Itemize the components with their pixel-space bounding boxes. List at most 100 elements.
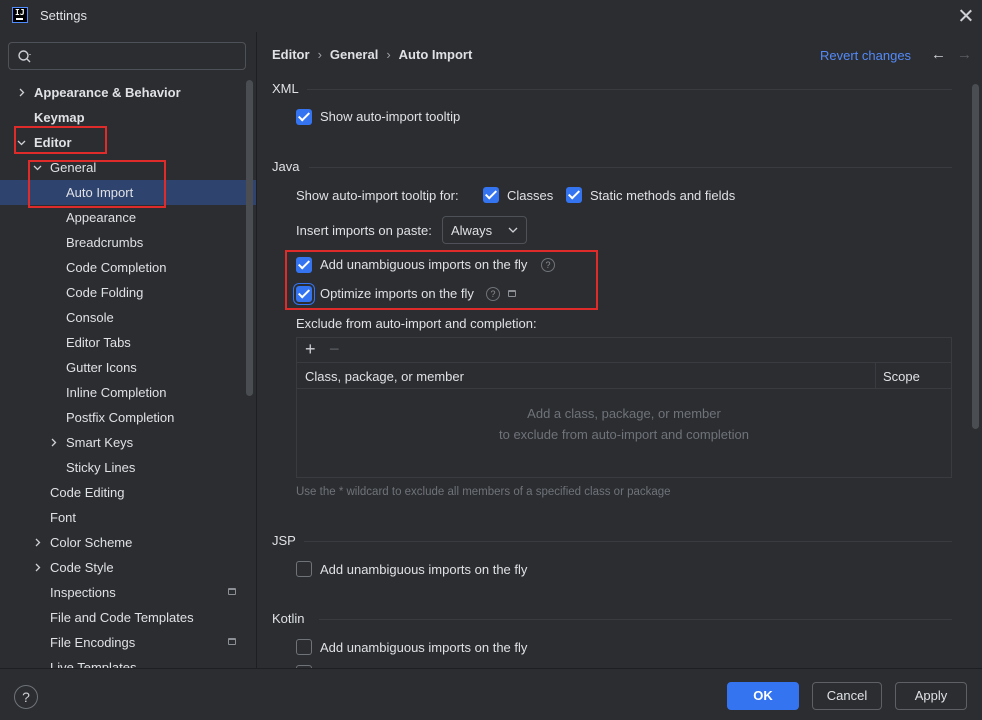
classes-checkbox[interactable] <box>483 187 499 203</box>
main-scrollbar[interactable] <box>972 84 979 429</box>
sidebar-item-font[interactable]: Font <box>0 505 256 530</box>
section-divider <box>309 167 952 168</box>
breadcrumb-item[interactable]: Editor <box>272 47 310 62</box>
column-separator[interactable] <box>875 363 876 388</box>
add-unambiguous-jsp-checkbox[interactable] <box>296 561 312 577</box>
revert-changes-link[interactable]: Revert changes <box>820 48 911 63</box>
add-unambiguous-kotlin-checkbox[interactable] <box>296 639 312 655</box>
project-scope-icon <box>508 290 516 297</box>
sidebar-item-editor[interactable]: Editor <box>0 130 256 155</box>
sidebar-item-smart-keys[interactable]: Smart Keys <box>0 430 256 455</box>
classes-label[interactable]: Classes <box>507 188 553 203</box>
plus-icon[interactable]: + <box>305 339 316 359</box>
sidebar-item-label: Sticky Lines <box>66 460 136 475</box>
add-unambiguous-jsp-label[interactable]: Add unambiguous imports on the fly <box>320 562 527 577</box>
sidebar-item-label: File and Code Templates <box>50 610 194 625</box>
section-title-java: Java <box>272 159 300 174</box>
sidebar-item-file-encodings[interactable]: File Encodings <box>0 630 256 655</box>
show-auto-import-tooltip-label[interactable]: Show auto-import tooltip <box>320 109 460 124</box>
sidebar-item-sticky-lines[interactable]: Sticky Lines <box>0 455 256 480</box>
sidebar-item-label: Inspections <box>50 585 116 600</box>
close-icon[interactable] <box>956 6 976 26</box>
chevron-down-icon[interactable] <box>17 138 26 147</box>
cancel-button[interactable]: Cancel <box>812 682 882 710</box>
show-auto-import-tooltip-checkbox[interactable] <box>296 109 312 125</box>
sidebar-item-appearance-behavior[interactable]: Appearance & Behavior <box>0 80 256 105</box>
sidebar-item-code-editing[interactable]: Code Editing <box>0 480 256 505</box>
sidebar-item-label: Font <box>50 510 77 525</box>
sidebar-scrollbar[interactable] <box>246 80 253 396</box>
sidebar-item-label: Code Folding <box>66 285 144 300</box>
sidebar-item-breadcrumbs[interactable]: Breadcrumbs <box>0 230 256 255</box>
add-unambiguous-kotlin-label[interactable]: Add unambiguous imports on the fly <box>320 640 527 655</box>
wildcard-hint: Use the * wildcard to exclude all member… <box>296 486 671 498</box>
sidebar-item-code-style[interactable]: Code Style <box>0 555 256 580</box>
section-title-xml: XML <box>272 81 299 96</box>
apply-button[interactable]: Apply <box>895 682 967 710</box>
insert-on-paste-label: Insert imports on paste: <box>296 223 432 238</box>
arrow-right-icon[interactable]: → <box>957 46 972 63</box>
breadcrumb-item: Auto Import <box>398 47 473 62</box>
sidebar-item-label: Code Completion <box>66 260 167 275</box>
chevron-right-icon[interactable] <box>33 563 42 572</box>
insert-on-paste-value: Always <box>451 223 493 238</box>
column-header-member[interactable]: Class, package, or member <box>305 369 464 384</box>
chevron-down-icon[interactable] <box>33 163 42 172</box>
chevron-right-icon[interactable] <box>49 438 58 447</box>
ide-scope-icon <box>228 588 236 595</box>
auto-import-panel: Editor › General › Auto Import Revert change… <box>257 32 982 668</box>
static-methods-label[interactable]: Static methods and fields <box>590 188 735 203</box>
help-icon[interactable]: ? <box>486 287 500 301</box>
chevron-right-icon[interactable] <box>33 538 42 547</box>
sidebar-item-label: Inline Completion <box>66 385 167 400</box>
sidebar-item-gutter-icons[interactable]: Gutter Icons <box>0 355 256 380</box>
sidebar-item-file-and-code-templates[interactable]: File and Code Templates <box>0 605 256 630</box>
sidebar-item-keymap[interactable]: Keymap <box>0 105 256 130</box>
section-title-kotlin: Kotlin <box>272 611 305 626</box>
ide-scope-icon <box>228 638 236 645</box>
exclude-table: + − Class, package, or member Scope Add … <box>296 337 952 478</box>
sidebar-item-label: Editor Tabs <box>66 335 131 350</box>
help-icon[interactable]: ? <box>14 685 38 709</box>
sidebar-item-live-templates[interactable]: Live Templates <box>0 655 256 668</box>
optimize-imports-checkbox[interactable] <box>296 286 312 302</box>
section-title-jsp: JSP <box>272 533 296 548</box>
sidebar-item-label: Code Editing <box>50 485 125 500</box>
sidebar-item-label: Appearance <box>66 210 137 225</box>
sidebar-item-code-folding[interactable]: Code Folding <box>0 280 256 305</box>
breadcrumb: Editor › General › Auto Import <box>272 47 472 62</box>
empty-line-2: to exclude from auto-import and completi… <box>498 427 749 442</box>
static-methods-checkbox[interactable] <box>566 187 582 203</box>
help-icon[interactable]: ? <box>541 258 555 272</box>
column-header-scope[interactable]: Scope <box>883 369 920 384</box>
window-title: Settings <box>40 8 87 23</box>
search-input[interactable] <box>8 42 246 70</box>
sidebar-item-console[interactable]: Console <box>0 305 256 330</box>
insert-on-paste-dropdown[interactable]: Always <box>442 216 527 244</box>
sidebar-item-label: Live Templates <box>50 660 137 668</box>
tooltip-for-label: Show auto-import tooltip for: <box>296 188 459 203</box>
sidebar-item-auto-import[interactable]: Auto Import <box>0 180 256 205</box>
sidebar-item-appearance[interactable]: Appearance <box>0 205 256 230</box>
table-empty-state: Add a class, package, or member to exclu… <box>297 403 951 445</box>
sidebar-item-code-completion[interactable]: Code Completion <box>0 255 256 280</box>
sidebar-item-label: Appearance & Behavior <box>34 85 181 100</box>
title-bar: IJ Settings <box>0 0 982 32</box>
chevron-right-icon[interactable] <box>17 88 26 97</box>
add-unambiguous-java-checkbox[interactable] <box>296 257 312 273</box>
sidebar-item-general[interactable]: General <box>0 155 256 180</box>
add-unambiguous-java-label[interactable]: Add unambiguous imports on the fly <box>320 257 527 272</box>
sidebar-item-label: Smart Keys <box>66 435 134 450</box>
sidebar-item-inspections[interactable]: Inspections <box>0 580 256 605</box>
arrow-left-icon[interactable]: ← <box>931 46 946 63</box>
ok-button[interactable]: OK <box>727 682 799 710</box>
sidebar-item-postfix-completion[interactable]: Postfix Completion <box>0 405 256 430</box>
optimize-imports-label[interactable]: Optimize imports on the fly <box>320 286 474 301</box>
sidebar-item-inline-completion[interactable]: Inline Completion <box>0 380 256 405</box>
section-divider <box>319 619 952 620</box>
breadcrumb-item[interactable]: General <box>330 47 378 62</box>
section-divider <box>304 541 952 542</box>
sidebar-item-editor-tabs[interactable]: Editor Tabs <box>0 330 256 355</box>
sidebar-item-color-scheme[interactable]: Color Scheme <box>0 530 256 555</box>
sidebar-item-label: Breadcrumbs <box>66 235 144 250</box>
